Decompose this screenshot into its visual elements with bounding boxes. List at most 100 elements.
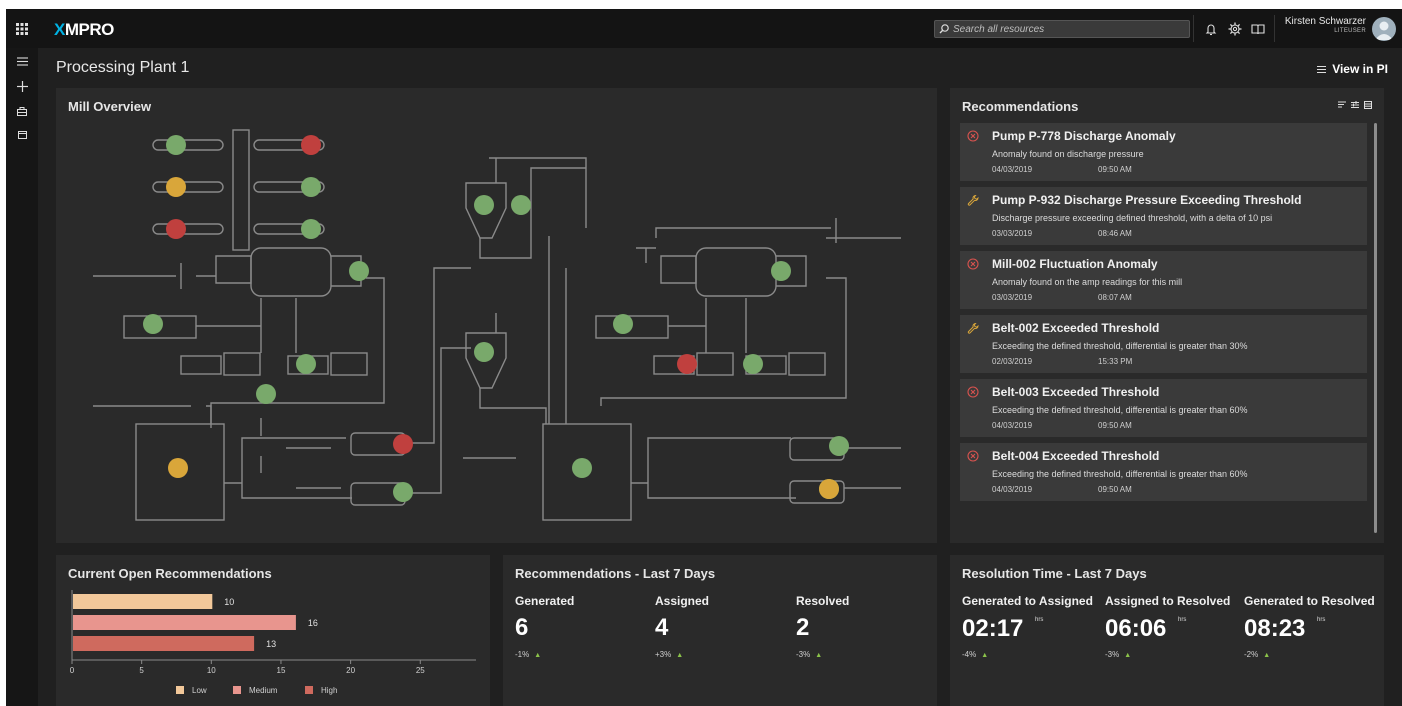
recommendation-description: Anomaly found on the amp readings for th…	[992, 277, 1183, 287]
list-view-icon[interactable]	[1364, 101, 1372, 109]
book-icon[interactable]	[1249, 20, 1267, 38]
recommendations-scrollbar[interactable]	[1374, 123, 1377, 533]
status-indicator-ok[interactable]	[474, 195, 494, 215]
x-tick-label: 25	[416, 666, 425, 675]
status-indicator-ok[interactable]	[296, 354, 316, 374]
plus-icon[interactable]	[6, 75, 38, 97]
top-bar: XMPRO Search all resources Kirsten Schwa…	[6, 9, 1402, 48]
metric-change: -4% ▲	[962, 650, 989, 659]
legend-swatch	[176, 686, 184, 694]
status-indicator-ok[interactable]	[393, 482, 413, 502]
metric-value: 08:23	[1244, 615, 1306, 642]
recommendations-last-7-days-title: Recommendations - Last 7 Days	[515, 566, 716, 581]
recommendation-date: 03/03/2019	[992, 229, 1033, 238]
status-indicator-warning[interactable]	[168, 458, 188, 478]
metric-label: Assigned to Resolved	[1105, 594, 1231, 608]
bell-icon[interactable]	[1202, 20, 1220, 38]
search-icon	[939, 24, 949, 34]
recommendation-date: 03/03/2019	[992, 293, 1033, 302]
status-indicator-alarm[interactable]	[301, 135, 321, 155]
recommendation-card[interactable]: Pump P-932 Discharge Pressure Exceeding …	[960, 187, 1367, 245]
status-indicator-ok[interactable]	[743, 354, 763, 374]
legend-swatch	[305, 686, 313, 694]
bar-low	[73, 594, 213, 609]
data-label: 13	[266, 639, 276, 649]
plant-diagram	[93, 129, 901, 521]
recommendation-time: 09:50 AM	[1098, 165, 1132, 174]
recommendation-title: Belt-004 Exceeded Threshold	[992, 449, 1160, 463]
recommendation-card[interactable]: Belt-002 Exceeded Threshold Exceeding the…	[960, 315, 1367, 373]
divider	[1274, 15, 1275, 42]
metric-label: Generated	[515, 594, 575, 608]
recommendation-card[interactable]: Pump P-778 Discharge Anomaly Anomaly foun…	[960, 123, 1367, 181]
resolution-time-title: Resolution Time - Last 7 Days	[962, 566, 1147, 581]
status-indicator-ok[interactable]	[256, 384, 276, 404]
gear-icon[interactable]	[1226, 20, 1244, 38]
recommendation-card[interactable]: Belt-004 Exceeded Threshold Exceeding the…	[960, 443, 1367, 501]
sort-icon[interactable]	[1338, 101, 1346, 109]
recommendation-time: 15:33 PM	[1098, 357, 1133, 366]
status-indicator-ok[interactable]	[301, 219, 321, 239]
view-in-pi-button[interactable]: View in PI	[1317, 62, 1388, 76]
metric-change: -3% ▲	[796, 650, 823, 659]
metric-unit: hrs	[1035, 617, 1044, 623]
metric-value: 6	[515, 614, 529, 641]
apps-grid-icon[interactable]	[6, 9, 38, 48]
recommendations-toolbar	[1338, 101, 1372, 109]
status-indicator-alarm[interactable]	[393, 434, 413, 454]
status-indicator-warning[interactable]	[819, 479, 839, 499]
status-indicator-ok[interactable]	[474, 342, 494, 362]
search-input[interactable]: Search all resources	[934, 20, 1190, 38]
recommendation-card[interactable]: Belt-003 Exceeded Threshold Exceeding the…	[960, 379, 1367, 437]
status-indicator-ok[interactable]	[349, 261, 369, 281]
filter-icon[interactable]	[1351, 101, 1359, 109]
recommendation-date: 04/03/2019	[992, 485, 1033, 494]
metric-value: 02:17	[962, 615, 1024, 642]
recommendations-list: Pump P-778 Discharge Anomaly Anomaly foun…	[960, 123, 1367, 507]
metric-change: -2% ▲	[1244, 650, 1271, 659]
recommendation-title: Mill-002 Fluctuation Anomaly	[992, 257, 1158, 271]
menu-icon[interactable]	[6, 50, 38, 72]
recommendation-description: Anomaly found on discharge pressure	[992, 149, 1144, 159]
recommendation-description: Exceeding the defined threshold, differe…	[992, 405, 1248, 415]
data-label: 10	[224, 597, 234, 607]
recommendations-panel: Recommendations Pump P-778 Discharge Ano…	[950, 88, 1384, 543]
metric-label: Resolved	[796, 594, 850, 608]
recommendation-description: Exceeding the defined threshold, differe…	[992, 341, 1248, 351]
recommendation-title: Belt-002 Exceeded Threshold	[992, 321, 1160, 335]
page-title: Processing Plant 1	[56, 59, 190, 76]
dashboard-icon[interactable]	[6, 100, 38, 122]
metric-unit: hrs	[1317, 617, 1326, 623]
metric-value: 06:06	[1105, 615, 1167, 642]
status-indicator-ok[interactable]	[771, 261, 791, 281]
side-nav	[6, 48, 38, 706]
status-indicator-ok[interactable]	[301, 177, 321, 197]
legend-swatch	[233, 686, 241, 694]
bar-medium	[73, 615, 296, 630]
status-indicator-ok[interactable]	[143, 314, 163, 334]
metric-value: 4	[655, 614, 669, 641]
recommendations-title: Recommendations	[962, 99, 1079, 114]
avatar[interactable]	[1372, 17, 1396, 41]
status-indicator-ok[interactable]	[166, 135, 186, 155]
metric-label: Assigned	[655, 594, 710, 608]
status-indicator-alarm[interactable]	[166, 219, 186, 239]
mill-overview-panel: Mill Overview	[56, 88, 937, 543]
recommendation-card[interactable]: Mill-002 Fluctuation Anomaly Anomaly foun…	[960, 251, 1367, 309]
status-indicator-warning[interactable]	[166, 177, 186, 197]
box-icon[interactable]	[6, 123, 38, 145]
status-indicator-ok[interactable]	[511, 195, 531, 215]
xmpro-logo[interactable]: XMPRO	[54, 20, 114, 40]
view-in-pi-label: View in PI	[1332, 62, 1388, 76]
status-indicator-ok[interactable]	[613, 314, 633, 334]
status-indicator-ok[interactable]	[829, 436, 849, 456]
resolution-time-panel: Resolution Time - Last 7 Days Generated …	[950, 555, 1384, 706]
user-menu[interactable]: Kirsten Schwarzer LITEUSER	[1285, 16, 1366, 34]
recommendation-title: Pump P-932 Discharge Pressure Exceeding …	[992, 193, 1302, 207]
alarm-x-icon	[966, 449, 980, 463]
metric-label: Generated to Resolved	[1244, 594, 1375, 608]
data-label: 16	[308, 618, 318, 628]
status-indicator-ok[interactable]	[572, 458, 592, 478]
status-indicator-alarm[interactable]	[677, 354, 697, 374]
alarm-x-icon	[966, 385, 980, 399]
